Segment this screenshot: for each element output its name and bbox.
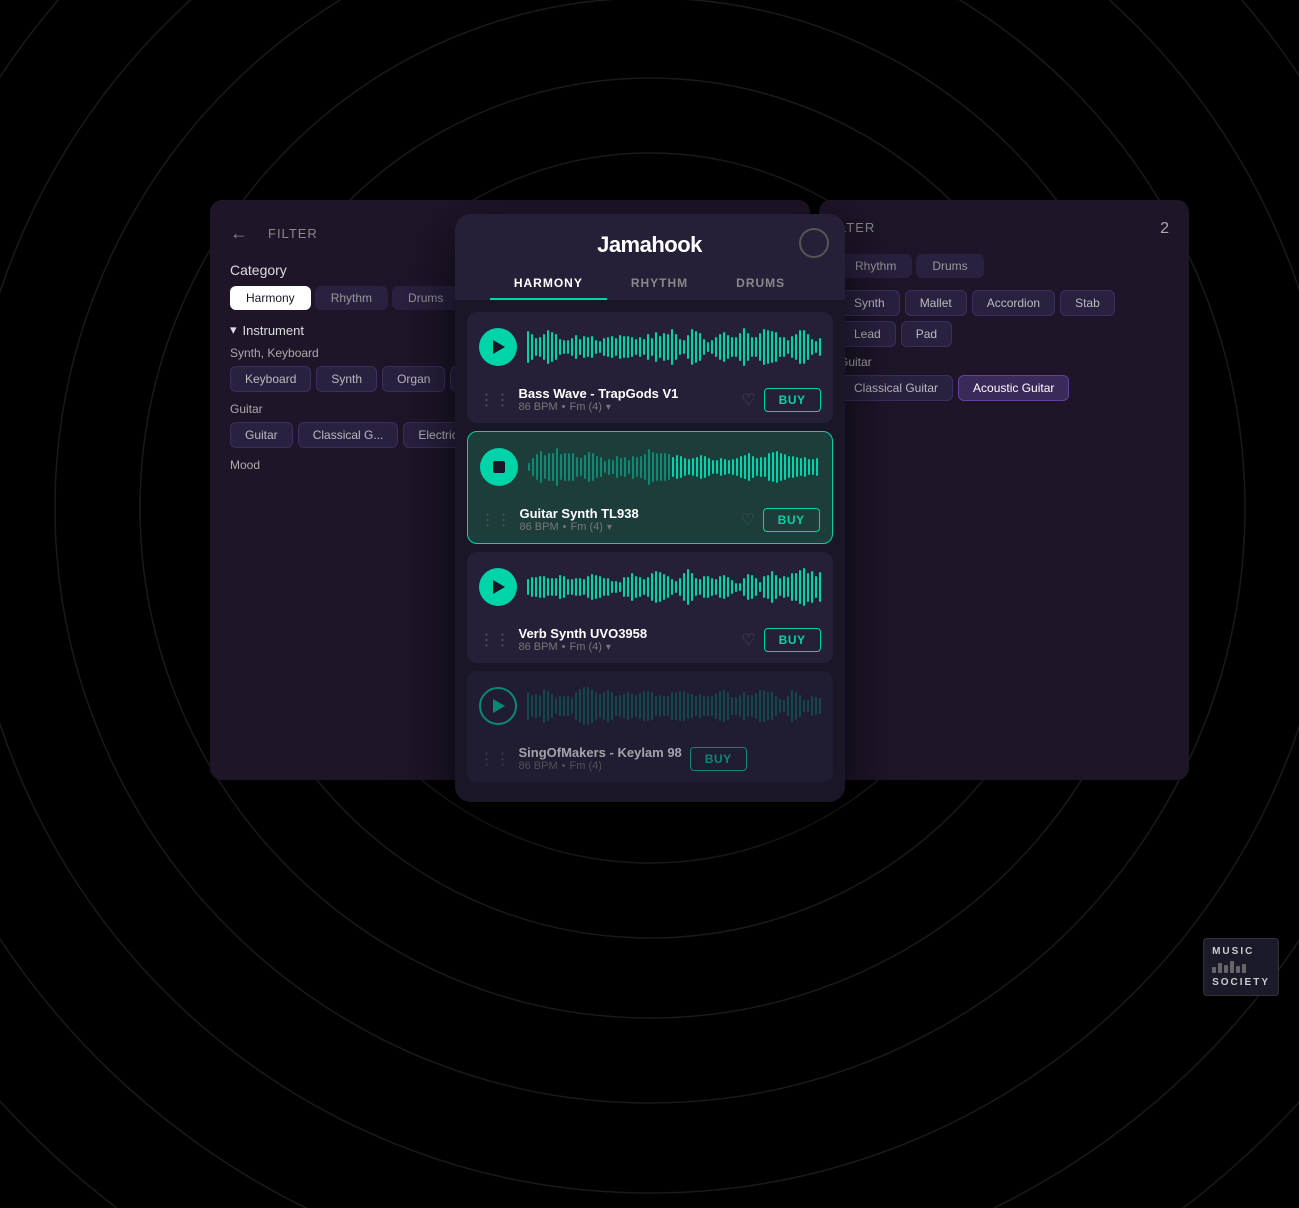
right-guitar-label: Guitar bbox=[839, 355, 1169, 369]
track-4-info-row: ⋮⋮ SingOfMakers - Keylam 98 86 BPM•Fm (4… bbox=[467, 741, 833, 782]
tab-drums[interactable]: DRUMS bbox=[712, 268, 809, 300]
track-1-meta: 86 BPM•Fm (4) ▾ bbox=[519, 401, 679, 413]
track-item-1: ⋮⋮ Bass Wave - TrapGods V1 86 BPM•Fm (4)… bbox=[467, 312, 833, 423]
right-classical-guitar-btn[interactable]: Classical Guitar bbox=[839, 375, 953, 401]
track-2-buy-button[interactable]: BUY bbox=[763, 508, 820, 532]
right-guitar-grid: Classical Guitar Acoustic Guitar bbox=[839, 375, 1169, 401]
right-stab-btn[interactable]: Stab bbox=[1060, 290, 1115, 316]
modal-header: Jamahook bbox=[455, 214, 845, 258]
main-modal: Jamahook HARMONY RHYTHM DRUMS ⋮⋮ Bass Wa… bbox=[455, 214, 845, 802]
track-3-waveform-row bbox=[467, 552, 833, 622]
right-synth-btn[interactable]: Synth bbox=[839, 290, 900, 316]
track-2-meta: 86 BPM•Fm (4) ▾ bbox=[520, 521, 639, 533]
track-3-menu-dots[interactable]: ⋮⋮ bbox=[479, 630, 511, 650]
track-2-menu-dots[interactable]: ⋮⋮ bbox=[480, 510, 512, 530]
right-cat-drums[interactable]: Drums bbox=[916, 254, 983, 278]
tab-harmony[interactable]: HARMONY bbox=[490, 268, 607, 300]
category-tab-drums[interactable]: Drums bbox=[392, 286, 459, 310]
track-3-like-button[interactable]: ♡ bbox=[741, 630, 755, 650]
track-3-info-row: ⋮⋮ Verb Synth UVO3958 86 BPM•Fm (4) ▾ ♡ … bbox=[467, 622, 833, 663]
track-2-waveform bbox=[528, 442, 820, 492]
right-instr-grid: Synth Mallet Accordion Stab Lead Pad bbox=[839, 290, 1169, 347]
app-logo: Jamahook bbox=[597, 232, 702, 258]
stop-icon-2 bbox=[493, 461, 505, 473]
right-mallet-btn[interactable]: Mallet bbox=[905, 290, 967, 316]
play-icon-1 bbox=[493, 340, 505, 354]
track-3-waveform bbox=[527, 562, 821, 612]
track-1-name: Bass Wave - TrapGods V1 bbox=[519, 386, 679, 401]
track-item-2: ⋮⋮ Guitar Synth TL938 86 BPM•Fm (4) ▾ ♡ … bbox=[467, 431, 833, 544]
track-4-play-button[interactable] bbox=[479, 687, 517, 725]
track-item-4: ⋮⋮ SingOfMakers - Keylam 98 86 BPM•Fm (4… bbox=[467, 671, 833, 782]
play-icon-3 bbox=[493, 580, 505, 594]
classical-guitar-button[interactable]: Classical G... bbox=[298, 422, 399, 448]
track-1-buy-button[interactable]: BUY bbox=[764, 388, 821, 412]
right-accordion-btn[interactable]: Accordion bbox=[972, 290, 1055, 316]
right-acoustic-guitar-btn[interactable]: Acoustic Guitar bbox=[958, 375, 1069, 401]
track-3-meta: 86 BPM•Fm (4) ▾ bbox=[519, 641, 648, 653]
keyboard-button[interactable]: Keyboard bbox=[230, 366, 311, 392]
track-4-meta: 86 BPM•Fm (4) bbox=[519, 760, 682, 772]
right-cat-rhythm[interactable]: Rhythm bbox=[839, 254, 912, 278]
track-2-stop-button[interactable] bbox=[480, 448, 518, 486]
ms-logo-bars bbox=[1212, 961, 1270, 973]
back-arrow-icon[interactable]: ← bbox=[230, 223, 248, 244]
play-icon-4 bbox=[493, 699, 505, 713]
modal-close-button[interactable] bbox=[799, 228, 829, 258]
track-4-buy-button[interactable]: BUY bbox=[690, 747, 747, 771]
tab-rhythm[interactable]: RHYTHM bbox=[607, 268, 712, 300]
track-2-info-row: ⋮⋮ Guitar Synth TL938 86 BPM•Fm (4) ▾ ♡ … bbox=[468, 502, 832, 543]
track-2-waveform-row bbox=[468, 432, 832, 502]
right-pad-btn[interactable]: Pad bbox=[901, 321, 952, 347]
track-3-play-button[interactable] bbox=[479, 568, 517, 606]
ms-logo-text-society: SOCIETY bbox=[1212, 976, 1270, 989]
filter-label: FILTER bbox=[268, 226, 318, 241]
music-society-logo: MUSIC SOCIETY bbox=[1203, 938, 1279, 996]
right-badge: 2 bbox=[1160, 220, 1169, 238]
track-3-buy-button[interactable]: BUY bbox=[764, 628, 821, 652]
track-1-like-button[interactable]: ♡ bbox=[741, 390, 755, 410]
track-1-menu-dots[interactable]: ⋮⋮ bbox=[479, 390, 511, 410]
background-right-panel: LTER 2 Rhythm Drums Synth Mallet Accordi… bbox=[819, 200, 1189, 780]
track-1-info-row: ⋮⋮ Bass Wave - TrapGods V1 86 BPM•Fm (4)… bbox=[467, 382, 833, 423]
track-1-waveform-row bbox=[467, 312, 833, 382]
guitar-button[interactable]: Guitar bbox=[230, 422, 293, 448]
right-lead-btn[interactable]: Lead bbox=[839, 321, 896, 347]
track-3-name: Verb Synth UVO3958 bbox=[519, 626, 648, 641]
track-1-waveform bbox=[527, 322, 821, 372]
modal-tabs: HARMONY RHYTHM DRUMS bbox=[455, 258, 845, 300]
track-2-name: Guitar Synth TL938 bbox=[520, 506, 639, 521]
track-4-waveform bbox=[527, 681, 821, 731]
track-2-like-button[interactable]: ♡ bbox=[740, 510, 754, 530]
track-1-play-button[interactable] bbox=[479, 328, 517, 366]
track-4-name: SingOfMakers - Keylam 98 bbox=[519, 745, 682, 760]
track-4-menu-dots[interactable]: ⋮⋮ bbox=[479, 749, 511, 769]
synth-button[interactable]: Synth bbox=[316, 366, 377, 392]
category-tab-harmony[interactable]: Harmony bbox=[230, 286, 311, 310]
modal-body: ⋮⋮ Bass Wave - TrapGods V1 86 BPM•Fm (4)… bbox=[455, 300, 845, 802]
organ-button[interactable]: Organ bbox=[382, 366, 445, 392]
track-item-3: ⋮⋮ Verb Synth UVO3958 86 BPM•Fm (4) ▾ ♡ … bbox=[467, 552, 833, 663]
category-tab-rhythm[interactable]: Rhythm bbox=[315, 286, 388, 310]
track-4-waveform-row bbox=[467, 671, 833, 741]
ms-logo-text-music: MUSIC bbox=[1212, 945, 1270, 958]
